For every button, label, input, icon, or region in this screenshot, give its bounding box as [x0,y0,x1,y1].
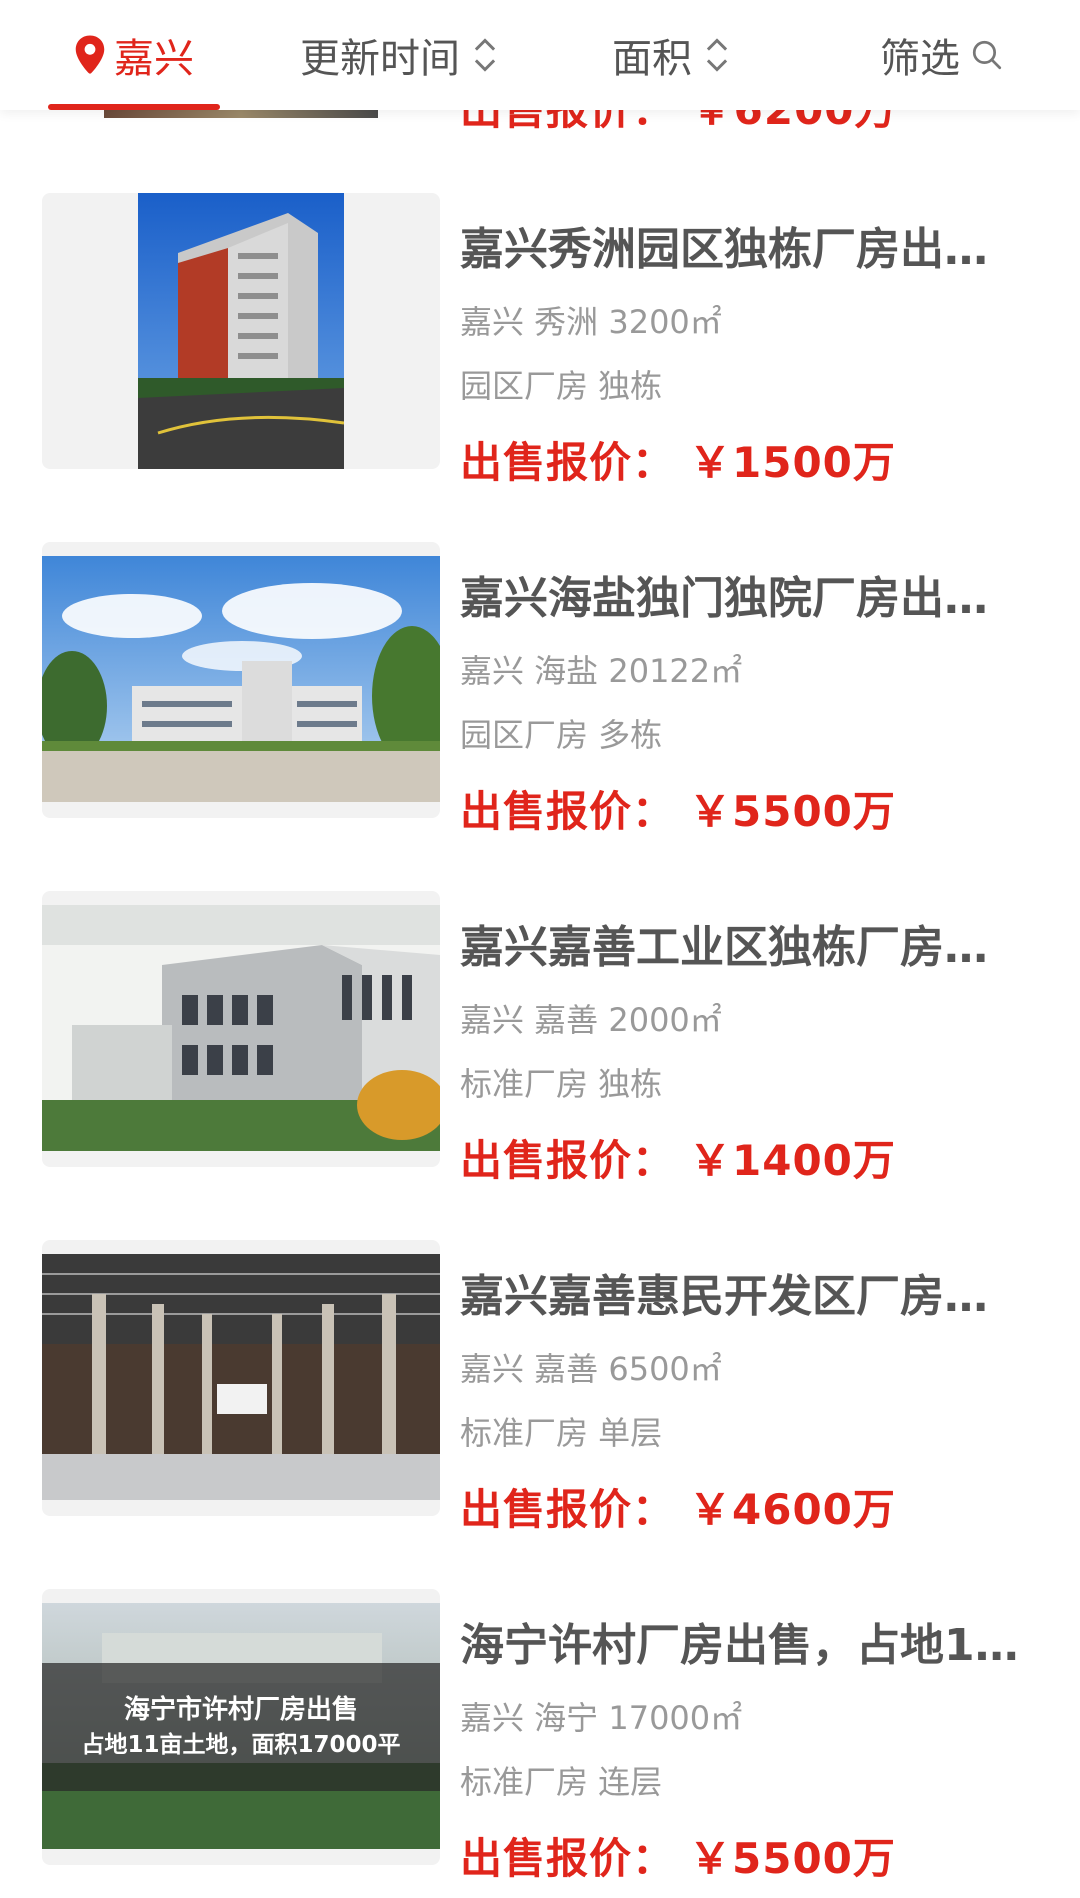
listing-price: 出售报价： ￥1400万 [460,1127,896,1188]
listing-title[interactable]: 嘉兴海盐独门独院厂房出… [460,562,1040,626]
listing-title[interactable]: 嘉兴秀洲园区独栋厂房出… [460,213,1040,277]
price-value: ￥4600万 [689,1485,896,1534]
price-value: ￥1400万 [689,1136,896,1185]
price-label: 出售报价： [460,438,676,487]
filter-button[interactable]: 筛选 [880,0,1004,110]
area-label: 面积 [612,36,692,82]
price-value: ￥5500万 [689,787,896,836]
update-time-label: 更新时间 [300,36,460,82]
location-pin-icon [75,35,105,74]
filter-label: 筛选 [880,36,960,82]
building-photo [42,905,440,1151]
listing-card[interactable]: 嘉兴秀洲园区独栋厂房出… 嘉兴 秀洲 3200㎡ 园区厂房 独栋 出售报价： ￥1… [0,193,1080,487]
sort-area[interactable]: 面积 [612,0,730,110]
price-value: ￥5500万 [689,1834,896,1883]
listing-thumbnail[interactable] [42,542,440,818]
listing-location-area: 嘉兴 嘉善 6500㎡ [460,1350,722,1388]
listing-location-area: 嘉兴 海宁 17000㎡ [460,1699,743,1737]
listing-title[interactable]: 海宁许村厂房出售，占地1… [460,1609,1040,1673]
search-icon [972,40,1002,70]
price-value: ￥1500万 [689,438,896,487]
price-label: 出售报价： [460,1136,676,1185]
listing-thumbnail[interactable]: 海宁市许村厂房出售 占地11亩土地，面积17000平 [42,1589,440,1865]
filter-bar: 嘉兴 更新时间 面积 筛选 [0,0,1080,110]
active-tab-indicator [48,104,220,110]
building-photo [138,193,344,469]
listing-card[interactable]: 嘉兴嘉善惠民开发区厂房… 嘉兴 嘉善 6500㎡ 标准厂房 单层 出售报价： ￥4… [0,1240,1080,1534]
price-label: 出售报价： [460,1485,676,1534]
sort-arrows-icon [474,38,496,72]
listing-tags: 标准厂房 连层 [460,1763,663,1801]
listing-tags: 园区厂房 独栋 [460,367,663,405]
listing-location-area: 嘉兴 嘉善 2000㎡ [460,1001,722,1039]
image-caption-line2: 占地11亩土地，面积17000平 [81,1732,401,1758]
listing-location-area: 嘉兴 海盐 20122㎡ [460,652,743,690]
sort-arrows-icon [706,38,728,72]
image-caption-overlay: 海宁市许村厂房出售 占地11亩土地，面积17000平 [42,1663,440,1791]
image-caption-line1: 海宁市许村厂房出售 [123,1695,358,1725]
listing-title[interactable]: 嘉兴嘉善工业区独栋厂房… [460,911,1040,975]
listing-tags: 标准厂房 单层 [460,1414,663,1452]
city-label: 嘉兴 [114,36,194,82]
listing-title[interactable]: 嘉兴嘉善惠民开发区厂房… [460,1260,1040,1324]
price-label: 出售报价： [460,1834,676,1883]
listing-thumbnail[interactable] [42,193,440,469]
listing-card[interactable]: 海宁市许村厂房出售 占地11亩土地，面积17000平 海宁许村厂房出售，占地1…… [0,1589,1080,1883]
building-photo [42,556,440,802]
warehouse-interior-photo [42,1254,440,1500]
listing-price: 出售报价： ￥1500万 [460,429,896,490]
price-label: 出售报价： [460,787,676,836]
listing-card[interactable]: 嘉兴嘉善工业区独栋厂房… 嘉兴 嘉善 2000㎡ 标准厂房 独栋 出售报价： ￥1… [0,891,1080,1185]
listing-card[interactable]: 嘉兴海盐独门独院厂房出… 嘉兴 海盐 20122㎡ 园区厂房 多栋 出售报价： ￥… [0,542,1080,836]
listing-location-area: 嘉兴 秀洲 3200㎡ [460,303,722,341]
listing-price: 出售报价： ￥5500万 [460,778,896,839]
listing-tags: 园区厂房 多栋 [460,716,663,754]
listing-thumbnail[interactable] [42,1240,440,1516]
listing-thumbnail[interactable] [42,891,440,1167]
sort-update-time[interactable]: 更新时间 [300,0,498,110]
listing-tags: 标准厂房 独栋 [460,1065,663,1103]
listing-price: 出售报价： ￥5500万 [460,1825,896,1886]
listing-price: 出售报价： ￥4600万 [460,1476,896,1537]
city-selector[interactable]: 嘉兴 [72,0,194,110]
